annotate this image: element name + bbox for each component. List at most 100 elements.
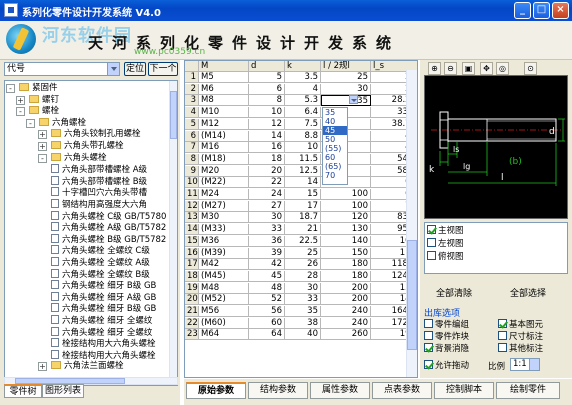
table-row[interactable]: 2M6643023 <box>185 83 417 95</box>
table-cell[interactable]: 7.5 <box>285 118 321 130</box>
tab-original-params[interactable]: 原始参数 <box>186 382 246 399</box>
table-cell[interactable]: 27 <box>249 200 285 212</box>
tab-attribute-params[interactable]: 属性参数 <box>310 382 370 399</box>
option-dimensions[interactable]: 尺寸标注 <box>498 331 543 342</box>
tree-node[interactable]: - 六角头螺栓 <box>38 152 107 164</box>
tree-node[interactable]: - 螺栓 <box>16 106 59 117</box>
table-cell[interactable]: M16 <box>199 142 249 154</box>
tree-node[interactable]: + 六角头铰制孔用螺栓 <box>38 129 141 140</box>
table-row[interactable]: 18 (M45) 45 28 180 124.5 <box>185 270 417 282</box>
table-row[interactable]: 16(M39)3925150110 <box>185 247 417 259</box>
table-row[interactable]: 1M553.52520 <box>185 72 417 83</box>
table-row[interactable]: 19M484830200133 <box>185 282 417 294</box>
table-cell[interactable]: (M39) <box>199 247 249 259</box>
table-cell[interactable]: 56 <box>249 306 285 317</box>
table-cell[interactable]: 5 <box>249 72 285 83</box>
table-cell[interactable]: 18 <box>249 153 285 165</box>
tree-node[interactable]: 栓接结构用大六角头螺栓 <box>51 338 156 349</box>
table-cell[interactable]: 30 <box>249 212 285 224</box>
table-cell[interactable]: 4 <box>285 83 321 95</box>
tree-node[interactable]: + 六角法兰面螺栓 <box>38 361 124 372</box>
collapse-icon[interactable]: - <box>16 107 25 117</box>
table-row[interactable]: 20(M52)5233200141 <box>185 294 417 306</box>
table-row[interactable]: 14(M33)332113095.5 <box>185 224 417 236</box>
table-cell[interactable]: 14 <box>249 130 285 142</box>
table-cell[interactable]: 20 <box>249 165 285 177</box>
table-cell[interactable]: M10 <box>199 107 249 119</box>
code-search-combo[interactable]: 代号 <box>4 62 120 76</box>
table-row[interactable]: 5 M12 12 7.5 38.75 <box>185 118 417 130</box>
table-cell[interactable]: 240 <box>321 317 371 329</box>
tab-structure-params[interactable]: 结构参数 <box>248 382 308 399</box>
table-cell[interactable]: M64 <box>199 329 249 341</box>
table-row[interactable]: 12(M27)271710075 <box>185 200 417 212</box>
tree-node[interactable]: 十字槽凹穴六角头带槽 <box>51 187 147 198</box>
table-cell[interactable]: (M33) <box>199 224 249 236</box>
dropdown-option[interactable]: (55) <box>323 144 347 153</box>
grid-vertical-scrollbar[interactable] <box>406 70 417 377</box>
table-cell[interactable]: 12.5 <box>285 165 321 177</box>
tree-node[interactable]: 六角头螺栓 细牙 B级 GB <box>51 280 156 291</box>
table-cell[interactable]: 6.4 <box>285 107 321 119</box>
expand-icon[interactable]: + <box>38 362 47 372</box>
table-cell[interactable]: 48 <box>249 282 285 294</box>
option-explode-part[interactable]: 零件炸块 <box>424 331 469 342</box>
column-header[interactable]: d <box>249 61 285 72</box>
tree-node[interactable]: 栓接结构用大六角头螺栓 <box>51 349 156 361</box>
table-cell[interactable]: (M14) <box>199 130 249 142</box>
table-row[interactable]: 6(M14)148.844 <box>185 130 417 142</box>
parameter-grid[interactable]: Mdkl / 2规ll_s1M553.525202M66430233M885.3… <box>184 60 418 378</box>
table-cell[interactable]: 11.5 <box>285 153 321 165</box>
dropdown-option[interactable]: 70 <box>323 171 347 180</box>
table-cell[interactable]: M6 <box>199 83 249 95</box>
maximize-button[interactable]: □ <box>533 2 550 19</box>
table-cell[interactable]: (M45) <box>199 270 249 282</box>
table-cell[interactable]: 17 <box>285 200 321 212</box>
option-other-annotations[interactable]: 其他标注 <box>498 343 543 354</box>
zoom-window-icon[interactable]: ◎ <box>496 62 509 75</box>
table-cell[interactable]: (M27) <box>199 200 249 212</box>
length-dropdown-list[interactable]: 35 40 45 50 (55) 60 (65) 70 <box>322 107 348 185</box>
chevron-down-icon[interactable] <box>529 359 539 370</box>
table-row[interactable]: 11M24241510069 <box>185 189 417 200</box>
table-row[interactable]: 3 M8 8 5.3 35 28.25 <box>185 95 417 107</box>
option-basic-primitives[interactable]: 基本图元 <box>498 319 543 330</box>
table-row[interactable]: 7M16161048 <box>185 142 417 154</box>
table-cell[interactable]: M5 <box>199 72 249 83</box>
table-row[interactable]: 23M646440260193 <box>185 329 417 341</box>
select-all-button[interactable]: 全部选择 <box>510 286 546 299</box>
tree-node[interactable]: - 紧固件 <box>6 83 58 94</box>
zoom-fit-icon[interactable]: ▣ <box>462 62 475 75</box>
table-cell[interactable]: (M60) <box>199 317 249 329</box>
tree-node[interactable]: + 六角头带孔螺栓 <box>38 141 124 152</box>
table-cell[interactable]: 5.3 <box>285 95 321 107</box>
tree-node[interactable]: 六角头螺栓 全螺纹 B级 <box>51 268 150 280</box>
table-cell[interactable]: 10 <box>249 107 285 119</box>
table-cell[interactable]: 180 <box>321 259 371 271</box>
tree-node[interactable]: 六角头螺栓 A级 GB/T5782 <box>51 222 166 233</box>
table-cell[interactable]: 38 <box>285 317 321 329</box>
table-cell[interactable]: 8.8 <box>285 130 321 142</box>
table-cell[interactable]: 16 <box>249 142 285 154</box>
tree-vertical-scrollbar[interactable] <box>169 81 177 385</box>
option-hide-background[interactable]: 背景消隐 <box>424 343 469 354</box>
table-cell[interactable]: 21 <box>285 224 321 236</box>
zoom-out-icon[interactable]: ⊖ <box>444 62 457 75</box>
minimize-button[interactable]: _ <box>514 2 531 19</box>
tree-node[interactable]: 六角头螺栓 全螺纹 C级 <box>51 245 150 256</box>
table-cell[interactable]: 120 <box>321 212 371 224</box>
table-cell[interactable]: 240 <box>321 306 371 317</box>
table-cell[interactable]: 39 <box>249 247 285 259</box>
tree-node[interactable]: 六角头螺栓 细牙 全螺纹 <box>51 326 152 338</box>
zoom-in-icon[interactable]: ⊕ <box>428 62 441 75</box>
tab-part-tree[interactable]: 零件树 <box>4 384 42 398</box>
table-row[interactable]: 13M303018.712083.5 <box>185 212 417 224</box>
table-cell[interactable]: M20 <box>199 165 249 177</box>
table-cell[interactable]: M48 <box>199 282 249 294</box>
table-cell[interactable]: 33 <box>285 294 321 306</box>
table-cell[interactable]: 100 <box>321 189 371 200</box>
table-cell[interactable]: 25 <box>321 72 371 83</box>
dropdown-option[interactable]: 40 <box>323 117 347 126</box>
table-cell[interactable]: M12 <box>199 118 249 130</box>
tree-node[interactable]: 六角头部带槽螺栓 B级 <box>51 175 147 187</box>
